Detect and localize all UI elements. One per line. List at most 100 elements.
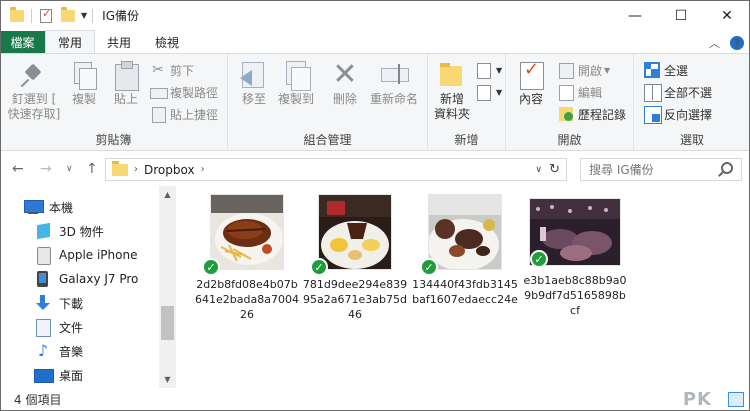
history-button[interactable]: 歷程記錄 [558,104,626,124]
pin-icon [20,60,48,90]
back-arrow-icon[interactable]: ← [12,161,24,177]
sidebar-item-label: 下載 [59,296,84,311]
rename-label: 重新命名 [369,92,418,106]
file-item[interactable]: ✓ 781d9dee294e83995a2a671e3ab75d46 [302,195,408,322]
file-name[interactable]: 134440f43fdb3145baf1607edaecc24e [412,277,518,307]
group-new: 新增 資料夾 ▼ ▼ 新增 [428,54,506,151]
maximize-button[interactable]: ☐ [658,0,704,31]
new-folder-icon[interactable] [61,6,75,24]
easy-access-button[interactable]: ▼ [476,82,502,102]
new-folder-button[interactable]: 新增 資料夾 [432,60,472,122]
search-icon[interactable] [721,162,733,174]
new-item-icon [476,62,492,79]
tab-view[interactable]: 檢視 [143,31,191,53]
group-clipboard: 釘選到 [ 快速存取] 複製 貼上 ✂ 剪下 複製路徑 貼上捷徑 剪貼簿 [0,54,228,151]
recent-dropdown-icon[interactable]: ∨ [66,164,73,174]
address-bar[interactable]: › Dropbox › ∨ ↻ [105,158,567,181]
pc-icon [24,199,44,215]
delete-icon: ✕ [332,57,358,92]
delete-button[interactable]: ✕ 刪除 [330,60,360,107]
sidebar-item-galaxy-j7-pro[interactable]: Galaxy J7 Pro [34,268,138,290]
sidebar-item-music[interactable]: ♪ 音樂 [34,340,83,362]
file-name[interactable]: 2d2b8fd08e4b07b641e2bada8a700426 [194,277,300,322]
invert-selection-button[interactable]: 反向選擇 [644,104,712,124]
pin-quick-access-button[interactable]: 釘選到 [ 快速存取] [6,60,62,122]
pin-label-2: 快速存取] [7,107,61,121]
select-all-label: 全選 [664,63,689,78]
select-none-button[interactable]: 全部不選 [644,82,712,102]
edit-icon [558,84,574,101]
properties-label: 內容 [518,92,543,106]
collapse-ribbon-icon[interactable]: ︿ [709,35,720,51]
help-icon[interactable]: ? [730,36,744,50]
dropdown-icon: ▼ [496,65,503,75]
paste-shortcut-button[interactable]: 貼上捷徑 [150,104,218,124]
minimize-button[interactable]: — [612,0,658,31]
search-input[interactable]: 搜尋 IG備份 [580,158,742,181]
history-label: 歷程記錄 [578,107,627,122]
iphone-icon [34,247,52,265]
details-view-icon[interactable] [710,392,724,407]
copy-button[interactable]: 複製 [68,60,100,107]
sidebar-item-apple-iphone[interactable]: Apple iPhone [34,244,137,266]
ribbon-tabs: 檔案 常用 共用 檢視 ︿ ? [0,30,750,53]
refresh-icon[interactable]: ↻ [549,162,560,177]
new-folder-icon [438,60,466,90]
properties-button[interactable]: 內容 [514,60,548,107]
new-folder-label: 新增 [439,92,464,106]
open-label: 開啟 [578,63,603,78]
sidebar-item-documents[interactable]: 文件 [34,316,83,338]
file-item[interactable]: ✓ 134440f43fdb3145baf1607edaecc24e [412,195,518,307]
sidebar-item-desktop[interactable]: 桌面 [34,364,83,386]
scroll-up-icon[interactable]: ▲ [159,186,176,203]
cut-button[interactable]: ✂ 剪下 [150,60,194,80]
group-label-organize: 組合管理 [303,133,352,147]
separator [31,8,32,23]
paste-button[interactable]: 貼上 [110,60,142,107]
tab-share[interactable]: 共用 [95,31,143,53]
properties-icon[interactable] [39,7,53,24]
address-dropdown-icon[interactable]: ∨ [535,165,542,175]
sidebar-item-3d-objects[interactable]: 3D 物件 [34,220,104,242]
search-placeholder: 搜尋 IG備份 [589,163,654,177]
up-arrow-icon[interactable]: ↑ [86,161,98,177]
scroll-thumb[interactable] [161,306,174,340]
folder-icon[interactable] [10,6,24,24]
file-item[interactable]: ✓ e3b1aeb8c88b9a09b9df7d5165898bcf [522,195,628,318]
chevron-right-icon[interactable]: › [201,164,205,175]
group-label-new: 新增 [454,133,479,147]
copy-to-icon [282,60,311,91]
sidebar-scrollbar[interactable]: ▲ ▼ [159,186,176,388]
title-bar: ▼ IG備份 — ☐ ✕ [0,0,750,31]
large-icons-view-icon[interactable] [728,392,744,407]
breadcrumb-dropbox[interactable]: Dropbox [144,163,195,177]
new-item-button[interactable]: ▼ [476,60,502,80]
forward-arrow-icon[interactable]: → [40,161,52,177]
select-none-label: 全部不選 [664,85,713,100]
desktop-icon [34,367,54,383]
sidebar-item-downloads[interactable]: 下載 [34,292,83,314]
tab-home[interactable]: 常用 [45,30,96,53]
edit-button[interactable]: 編輯 [558,82,602,102]
tab-file[interactable]: 檔案 [0,31,45,53]
file-item[interactable]: ✓ 2d2b8fd08e4b07b641e2bada8a700426 [194,195,300,322]
documents-icon [34,319,52,337]
copy-to-button[interactable]: 複製到 [276,60,316,107]
close-button[interactable]: ✕ [704,0,750,31]
sidebar-item-this-pc[interactable]: 本機 [24,196,73,218]
select-all-button[interactable]: 全選 [644,60,688,80]
rename-button[interactable]: 重新命名 [368,60,420,107]
dropdown-icon[interactable]: ▼ [81,11,87,20]
file-thumbnail [211,195,283,269]
chevron-right-icon[interactable]: › [134,164,138,175]
scroll-down-icon[interactable]: ▼ [159,371,176,388]
invert-selection-label: 反向選擇 [664,107,713,122]
move-to-button[interactable]: 移至 [238,60,270,107]
open-button[interactable]: 開啟 ▼ [558,60,610,80]
group-organize: 移至 複製到 ✕ 刪除 重新命名 組合管理 [228,54,428,151]
file-name[interactable]: e3b1aeb8c88b9a09b9df7d5165898bcf [522,273,628,318]
easy-access-icon [476,84,492,101]
copy-path-button[interactable]: 複製路徑 [150,82,218,102]
dropdown-icon: ▼ [496,87,503,97]
file-name[interactable]: 781d9dee294e83995a2a671e3ab75d46 [302,277,408,322]
